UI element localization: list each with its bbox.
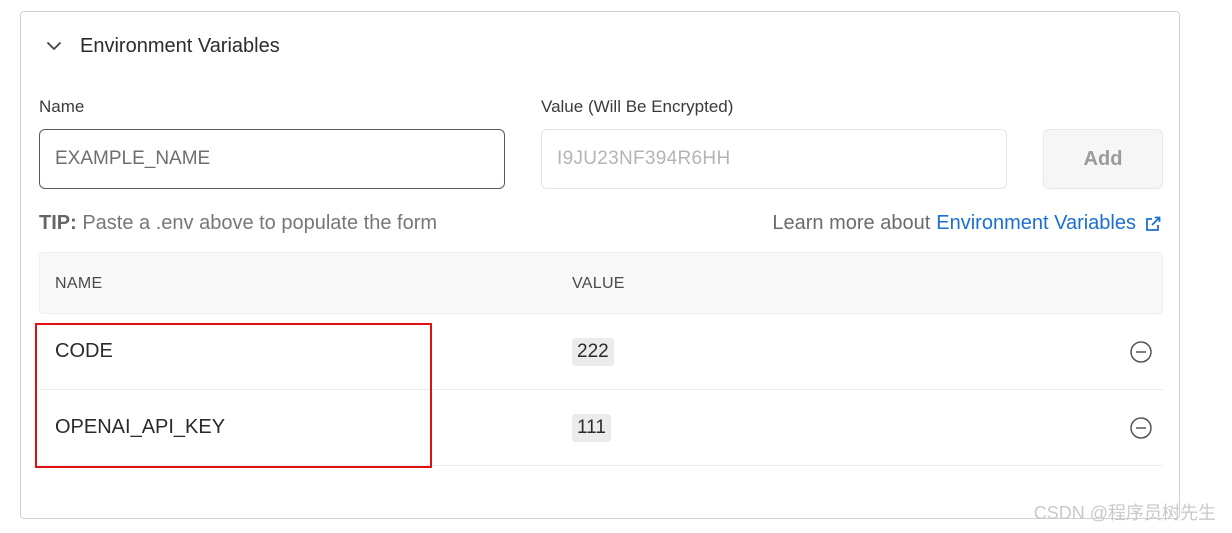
name-input[interactable] bbox=[39, 129, 505, 189]
column-header-name: NAME bbox=[55, 275, 103, 292]
value-label: Value (Will Be Encrypted) bbox=[541, 97, 734, 116]
external-link-icon[interactable] bbox=[1144, 215, 1162, 233]
chevron-down-icon[interactable] bbox=[44, 36, 64, 56]
column-header-value: VALUE bbox=[572, 275, 625, 292]
watermark: CSDN @程序员树先生 bbox=[1033, 503, 1216, 523]
learn-more: Learn more about Environment Variables bbox=[772, 212, 1162, 235]
tip-text: TIP: Paste a .env above to populate the … bbox=[39, 212, 437, 235]
learn-more-text: Learn more about bbox=[772, 212, 931, 234]
minus-circle-icon[interactable] bbox=[1129, 416, 1153, 440]
section-header[interactable]: Environment Variables bbox=[44, 30, 280, 62]
row-value: 222 bbox=[572, 338, 614, 366]
env-vars-docs-link-label[interactable]: Environment Variables bbox=[936, 212, 1136, 235]
tip-prefix: TIP: bbox=[39, 212, 77, 234]
tip-body: Paste a .env above to populate the form bbox=[76, 212, 438, 234]
env-vars-docs-link[interactable]: Environment Variables bbox=[936, 212, 1162, 235]
name-label: Name bbox=[39, 97, 85, 116]
value-input[interactable] bbox=[541, 129, 1007, 189]
minus-circle-icon[interactable] bbox=[1129, 340, 1153, 364]
add-button[interactable]: Add bbox=[1043, 129, 1163, 189]
highlight-box bbox=[35, 323, 432, 468]
table-header: NAME VALUE bbox=[39, 252, 1163, 314]
row-value: 111 bbox=[572, 414, 611, 442]
section-title: Environment Variables bbox=[80, 34, 280, 57]
